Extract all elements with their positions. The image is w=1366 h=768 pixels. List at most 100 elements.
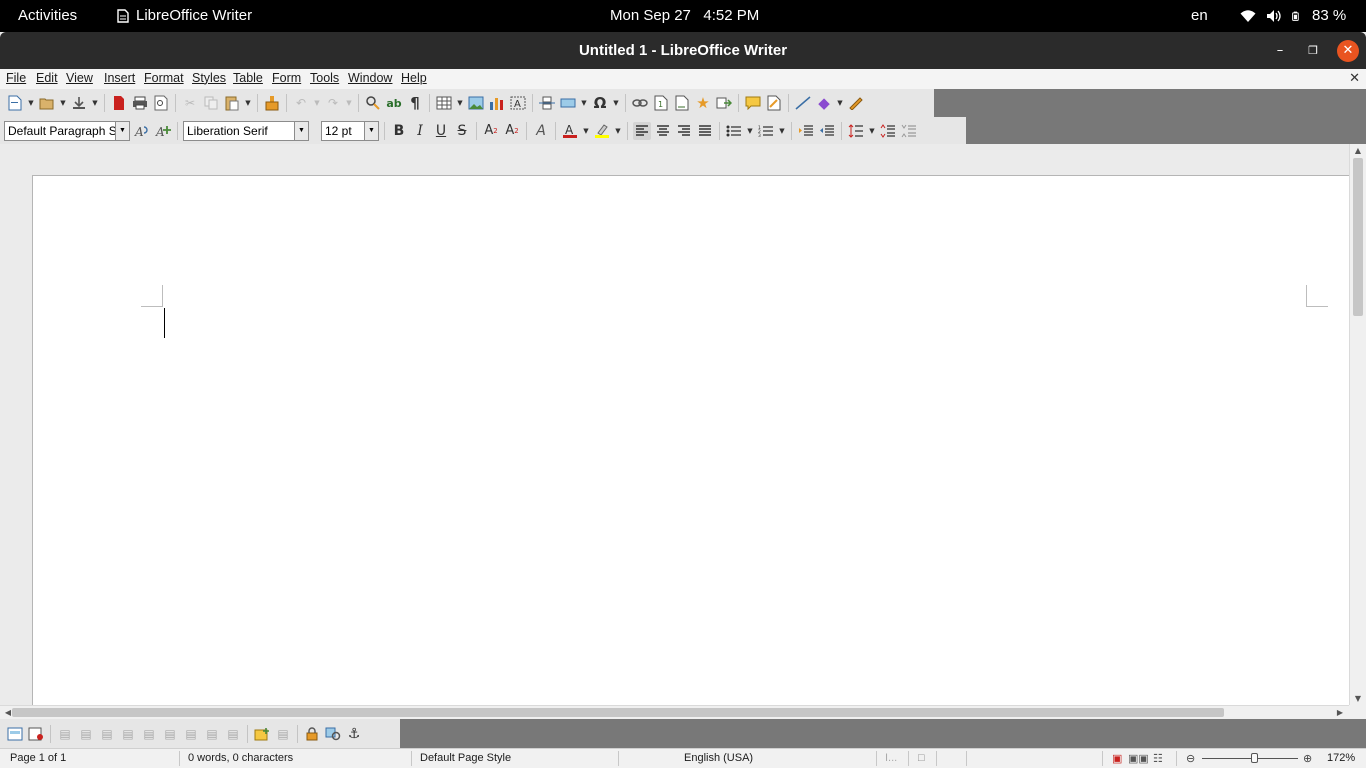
close-document-icon[interactable]: ✕ [1349, 70, 1360, 86]
export-pdf-icon[interactable] [110, 94, 128, 112]
basic-shapes-icon[interactable]: ◆ [815, 94, 833, 112]
print-icon[interactable] [131, 94, 149, 112]
insert-text-box-icon[interactable]: A [509, 94, 527, 112]
insert-image-icon[interactable] [467, 94, 485, 112]
bold-icon[interactable]: B [390, 122, 408, 140]
anchor-icon[interactable]: ⚓ [345, 725, 363, 743]
new-dropdown-icon[interactable]: ▼ [27, 99, 35, 107]
form-control-icon[interactable]: ▤ [224, 725, 242, 743]
increase-paragraph-spacing-icon[interactable] [879, 122, 897, 140]
zoom-slider-track[interactable] [1202, 758, 1298, 759]
form-control-icon[interactable]: ▤ [203, 725, 221, 743]
page-style-status[interactable]: Default Page Style [420, 752, 511, 764]
paragraph-style-combo[interactable]: Default Paragraph Sty ▼ [4, 120, 130, 141]
maximize-button[interactable]: ❐ [1302, 40, 1324, 62]
ordered-list-dropdown-icon[interactable]: ▼ [778, 127, 786, 135]
open-dropdown-icon[interactable]: ▼ [59, 99, 67, 107]
chevron-down-icon[interactable]: ▼ [115, 121, 129, 140]
scroll-right-icon[interactable]: ▶ [1332, 708, 1348, 717]
clear-formatting-icon[interactable]: A [532, 122, 550, 140]
highlighting-color-icon[interactable] [593, 122, 611, 140]
line-spacing-dropdown-icon[interactable]: ▼ [868, 127, 876, 135]
font-name-combo[interactable]: Liberation Serif ▼ [183, 120, 309, 141]
document-canvas[interactable] [0, 144, 1349, 705]
horizontal-scrollbar[interactable]: ◀ ▶ [0, 705, 1349, 719]
insert-endnote-icon[interactable] [673, 94, 691, 112]
app-menu[interactable]: LibreOffice Writer [117, 0, 252, 32]
menu-form[interactable]: Form [272, 71, 301, 85]
copy-icon[interactable] [202, 94, 220, 112]
special-character-dropdown-icon[interactable]: ▼ [612, 99, 620, 107]
menu-insert[interactable]: Insert [104, 71, 135, 85]
print-preview-icon[interactable] [152, 94, 170, 112]
form-control-icon[interactable]: ▤ [119, 725, 137, 743]
align-center-icon[interactable] [654, 122, 672, 140]
underline-icon[interactable]: U [432, 122, 450, 140]
form-navigator-icon[interactable] [324, 725, 342, 743]
word-count-status[interactable]: 0 words, 0 characters [188, 752, 293, 764]
window-title-bar[interactable]: Untitled 1 - LibreOffice Writer – ❐ ✕ [0, 32, 1366, 69]
align-right-icon[interactable] [675, 122, 693, 140]
paste-dropdown-icon[interactable]: ▼ [244, 99, 252, 107]
subscript-icon[interactable]: A2 [503, 122, 521, 140]
ordered-list-icon[interactable]: 123 [757, 122, 775, 140]
zoom-slider-handle[interactable] [1251, 753, 1258, 763]
zoom-in-icon[interactable]: ⊕ [1303, 752, 1312, 765]
insert-chart-icon[interactable] [488, 94, 506, 112]
insert-field-icon[interactable] [559, 94, 577, 112]
insert-special-character-icon[interactable]: Ω [591, 94, 609, 112]
insert-line-icon[interactable] [794, 94, 812, 112]
highlighting-dropdown-icon[interactable]: ▼ [614, 127, 622, 135]
decrease-paragraph-spacing-icon[interactable] [900, 122, 918, 140]
form-properties-icon[interactable]: ▤ [274, 725, 292, 743]
find-replace-icon[interactable] [364, 94, 382, 112]
design-mode-icon[interactable] [27, 725, 45, 743]
insert-comment-icon[interactable] [744, 94, 762, 112]
insert-page-break-icon[interactable] [538, 94, 556, 112]
language-status[interactable]: English (USA) [684, 752, 753, 764]
save-icon[interactable] [70, 94, 88, 112]
form-control-icon[interactable]: ▤ [56, 725, 74, 743]
minimize-button[interactable]: – [1269, 40, 1291, 62]
form-control-icon[interactable]: ▤ [161, 725, 179, 743]
font-size-combo[interactable]: 12 pt ▼ [321, 120, 379, 141]
menu-format[interactable]: Format [144, 71, 184, 85]
chevron-down-icon[interactable]: ▼ [364, 121, 378, 140]
book-view-icon[interactable]: ☷ [1153, 752, 1163, 765]
increase-indent-icon[interactable] [797, 122, 815, 140]
form-design-icon[interactable] [6, 725, 24, 743]
insert-field-dropdown-icon[interactable]: ▼ [580, 99, 588, 107]
menu-tools[interactable]: Tools [310, 71, 339, 85]
vertical-scroll-thumb[interactable] [1353, 158, 1363, 316]
redo-icon[interactable]: ↷ [324, 94, 342, 112]
form-control-icon[interactable]: ▤ [77, 725, 95, 743]
decrease-indent-icon[interactable] [818, 122, 836, 140]
unordered-list-dropdown-icon[interactable]: ▼ [746, 127, 754, 135]
zoom-level[interactable]: 172% [1327, 752, 1355, 764]
input-language-indicator[interactable]: en [1191, 0, 1208, 32]
formatting-marks-icon[interactable]: ¶ [406, 94, 424, 112]
update-style-icon[interactable]: A [133, 122, 151, 140]
add-field-icon[interactable] [253, 725, 271, 743]
italic-icon[interactable]: I [411, 122, 429, 140]
undo-dropdown-icon[interactable]: ▼ [313, 99, 321, 107]
insert-footnote-icon[interactable]: 1 [652, 94, 670, 112]
redo-dropdown-icon[interactable]: ▼ [345, 99, 353, 107]
clock[interactable]: Mon Sep 27 4:52 PM [610, 0, 759, 32]
spelling-icon[interactable]: ab [385, 94, 403, 112]
open-icon[interactable] [38, 94, 56, 112]
activities-button[interactable]: Activities [18, 0, 77, 32]
superscript-icon[interactable]: A2 [482, 122, 500, 140]
page-number-status[interactable]: Page 1 of 1 [10, 752, 66, 764]
menu-window[interactable]: Window [348, 71, 392, 85]
basic-shapes-dropdown-icon[interactable]: ▼ [836, 99, 844, 107]
track-changes-icon[interactable] [765, 94, 783, 112]
chevron-down-icon[interactable]: ▼ [294, 121, 308, 140]
strikethrough-icon[interactable]: S [453, 122, 471, 140]
menu-help[interactable]: Help [401, 71, 427, 85]
clone-formatting-icon[interactable] [263, 94, 281, 112]
show-draw-functions-icon[interactable] [847, 94, 865, 112]
insert-cross-reference-icon[interactable] [715, 94, 733, 112]
menu-edit[interactable]: Edit [36, 71, 58, 85]
form-control-icon[interactable]: ▤ [98, 725, 116, 743]
